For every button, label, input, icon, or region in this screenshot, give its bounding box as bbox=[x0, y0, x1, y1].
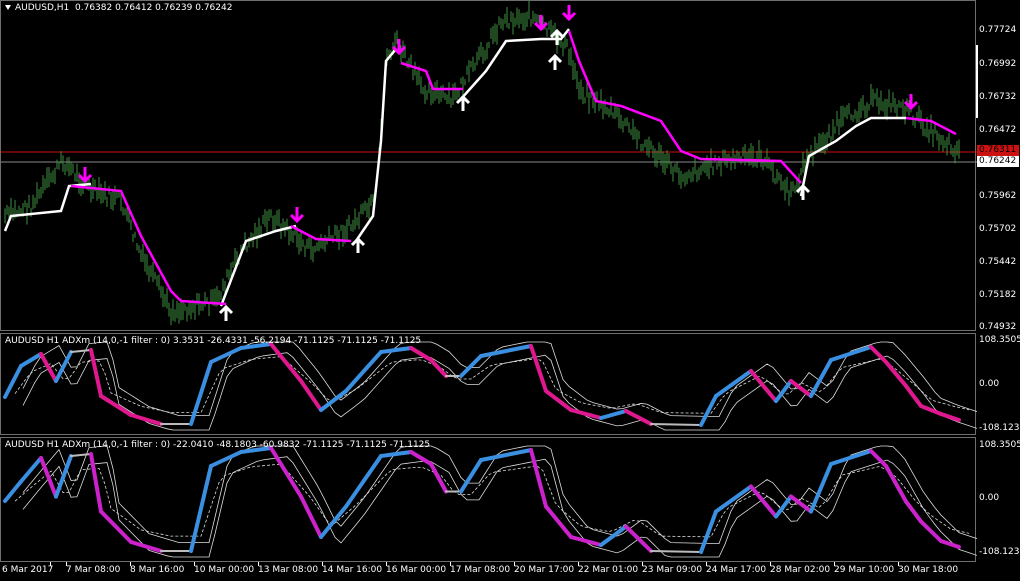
time-label: 10 Mar 00:00 bbox=[194, 565, 255, 575]
symbol-header: AUDUSD,H1 0.76382 0.76412 0.76239 0.7624… bbox=[5, 3, 232, 13]
price-tick: 0.75962 bbox=[979, 191, 1017, 201]
price-chart-canvas bbox=[1, 1, 977, 326]
price-tick: 0.76992 bbox=[979, 59, 1017, 69]
price-tick: 0.77724 bbox=[979, 25, 1017, 35]
indicator-1-axis: 108.3505 0.00 -108.1237 bbox=[976, 333, 1020, 435]
ohlc-values: 0.76382 0.76412 0.76239 0.76242 bbox=[75, 3, 233, 13]
time-label: 22 Mar 01:00 bbox=[578, 565, 639, 575]
trend-line bbox=[3, 28, 957, 307]
dropdown-triangle-icon[interactable] bbox=[5, 5, 11, 10]
time-label: 28 Mar 02:00 bbox=[770, 565, 831, 575]
time-axis[interactable]: 6 Mar 2017 7 Mar 08:00 8 Mar 16:00 10 Ma… bbox=[0, 562, 976, 581]
sell-arrow-icon bbox=[77, 167, 93, 184]
price-tick: 0.76732 bbox=[979, 92, 1017, 102]
indicator-2-axis: 108.3505 0.00 -108.1237 bbox=[976, 437, 1020, 562]
indicator-tick: 108.3505 bbox=[979, 335, 1020, 345]
current-price-tag: 0.76242 bbox=[977, 156, 1019, 167]
indicator-tick: 108.3505 bbox=[979, 440, 1020, 450]
buy-arrow-icon bbox=[455, 94, 471, 111]
price-tick: 0.75442 bbox=[979, 257, 1017, 267]
indicator-tick: 0.00 bbox=[979, 379, 1000, 389]
indicator-1-canvas bbox=[3, 341, 977, 431]
time-label: 14 Mar 16:00 bbox=[322, 565, 383, 575]
sell-arrow-icon bbox=[561, 5, 577, 22]
indicator-1-title: AUDUSD H1 ADXm (14,0,-1 filter : 0) 3.35… bbox=[5, 336, 422, 346]
time-label: 8 Mar 16:00 bbox=[130, 565, 185, 575]
indicator-tick: -108.1237 bbox=[979, 547, 1020, 557]
time-label: 17 Mar 08:00 bbox=[450, 565, 511, 575]
sell-arrow-icon bbox=[289, 207, 305, 224]
adx-curve bbox=[3, 446, 961, 554]
time-label: 13 Mar 08:00 bbox=[258, 565, 319, 575]
symbol-label: AUDUSD,H1 bbox=[15, 3, 70, 13]
price-bars bbox=[4, 1, 960, 326]
indicator-pane-1[interactable]: AUDUSD H1 ADXm (14,0,-1 filter : 0) 3.35… bbox=[0, 333, 977, 435]
price-chart-pane[interactable]: AUDUSD,H1 0.76382 0.76412 0.76239 0.7624… bbox=[0, 0, 977, 331]
time-label: 23 Mar 09:00 bbox=[642, 565, 703, 575]
indicator-2-canvas bbox=[3, 445, 977, 558]
time-label: 20 Mar 17:00 bbox=[514, 565, 575, 575]
indicator-pane-2[interactable]: AUDUSD H1 ADXm (14,0,-1 filter : 0) -22.… bbox=[0, 437, 977, 562]
buy-arrow-icon bbox=[350, 236, 366, 253]
scroll-marker bbox=[976, 45, 978, 118]
price-tick: 0.74932 bbox=[979, 322, 1017, 332]
time-label: 7 Mar 08:00 bbox=[66, 565, 121, 575]
price-tick: 0.75182 bbox=[979, 290, 1017, 300]
buy-arrow-icon bbox=[547, 53, 563, 70]
red-line-price-tag: 0.76311 bbox=[977, 145, 1019, 156]
indicator-tick: 0.00 bbox=[979, 493, 1000, 503]
price-tick: 0.76472 bbox=[979, 125, 1017, 135]
price-tick: 0.75702 bbox=[979, 224, 1017, 234]
time-label: 24 Mar 17:00 bbox=[706, 565, 767, 575]
time-label: 16 Mar 00:00 bbox=[386, 565, 447, 575]
time-label: 6 Mar 2017 bbox=[2, 565, 54, 575]
band-lines bbox=[14, 341, 977, 431]
buy-arrow-icon bbox=[218, 304, 234, 321]
adx-curve bbox=[3, 342, 961, 427]
indicator-2-title: AUDUSD H1 ADXm (14,0,-1 filter : 0) -22.… bbox=[5, 440, 431, 450]
time-label: 30 Mar 18:00 bbox=[898, 565, 959, 575]
time-label: 29 Mar 10:00 bbox=[834, 565, 895, 575]
indicator-tick: -108.1237 bbox=[979, 423, 1020, 433]
